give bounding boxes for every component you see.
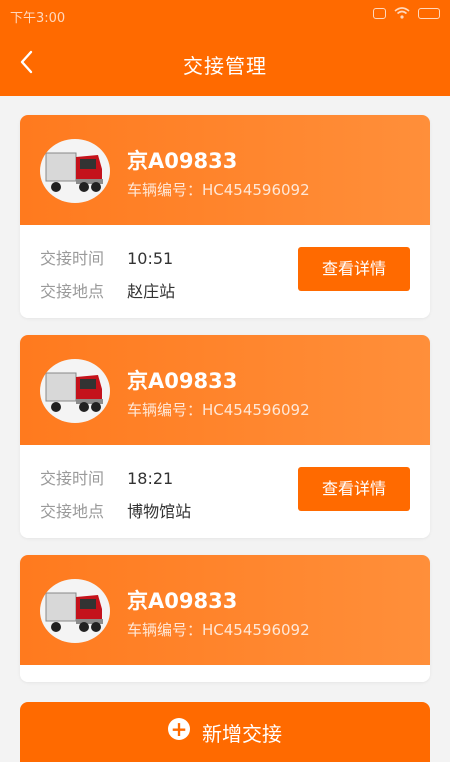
- add-handover-label: 新增交接: [202, 722, 282, 746]
- truck-icon: [45, 152, 103, 192]
- card-header: 京A09833 车辆编号：HC454596092: [20, 115, 430, 225]
- handover-time-label: 交接时间: [40, 469, 105, 488]
- status-icons: [373, 7, 440, 19]
- handover-place-label: 交接地点: [40, 502, 105, 521]
- handover-list: 京A09833 车辆编号：HC454596092 交接时间 10:51 交接地点…: [20, 115, 430, 699]
- handover-time-row: 交接时间 18:21: [40, 465, 173, 489]
- handover-place-label: 交接地点: [40, 282, 105, 301]
- truck-avatar: [40, 359, 110, 423]
- handover-place-value: 博物馆站: [127, 502, 192, 521]
- license-plate: 京A09833: [127, 149, 238, 173]
- handover-time-value: 18:21: [127, 469, 174, 488]
- truck-avatar: [40, 139, 110, 203]
- truck-icon: [45, 372, 103, 412]
- add-handover-button[interactable]: + 新增交接: [20, 702, 430, 762]
- handover-card: 京A09833 车辆编号：HC454596092 交接时间 10:51 交接地点…: [20, 115, 430, 318]
- view-details-button[interactable]: 查看详情: [298, 247, 410, 291]
- handover-place-value: 赵庄站: [127, 282, 176, 301]
- status-bar: 下午3:00: [0, 0, 450, 30]
- card-header: 京A09833 车辆编号：HC454596092: [20, 555, 430, 665]
- nav-bar: 交接管理: [0, 30, 450, 96]
- card-body: 交接时间 10:51 交接地点 赵庄站 查看详情: [20, 225, 430, 318]
- card-body: 交接时间 18:21 交接地点 博物馆站 查看详情: [20, 445, 430, 538]
- vehicle-number: 车辆编号：HC454596092: [127, 181, 310, 199]
- plus-icon: +: [168, 718, 190, 740]
- vehicle-number: 车辆编号：HC454596092: [127, 401, 310, 419]
- handover-card: 京A09833 车辆编号：HC454596092 交接时间 18:21 交接地点…: [20, 335, 430, 538]
- truck-avatar: [40, 579, 110, 643]
- page-title: 交接管理: [183, 54, 267, 78]
- handover-time-row: 交接时间 10:51: [40, 245, 173, 269]
- handover-time-value: 10:51: [127, 249, 174, 268]
- license-plate: 京A09833: [127, 369, 238, 393]
- vehicle-number: 车辆编号：HC454596092: [127, 621, 310, 639]
- handover-card: 京A09833 车辆编号：HC454596092: [20, 555, 430, 682]
- handover-place-row: 交接地点 博物馆站: [40, 498, 191, 522]
- notification-icon: [373, 7, 386, 19]
- license-plate: 京A09833: [127, 589, 238, 613]
- wifi-icon: [394, 7, 410, 19]
- handover-place-row: 交接地点 赵庄站: [40, 278, 175, 302]
- battery-icon: [418, 7, 440, 19]
- view-details-button[interactable]: 查看详情: [298, 467, 410, 511]
- handover-time-label: 交接时间: [40, 249, 105, 268]
- truck-icon: [45, 592, 103, 632]
- card-header: 京A09833 车辆编号：HC454596092: [20, 335, 430, 445]
- status-time: 下午3:00: [10, 11, 66, 26]
- card-body: [20, 665, 430, 682]
